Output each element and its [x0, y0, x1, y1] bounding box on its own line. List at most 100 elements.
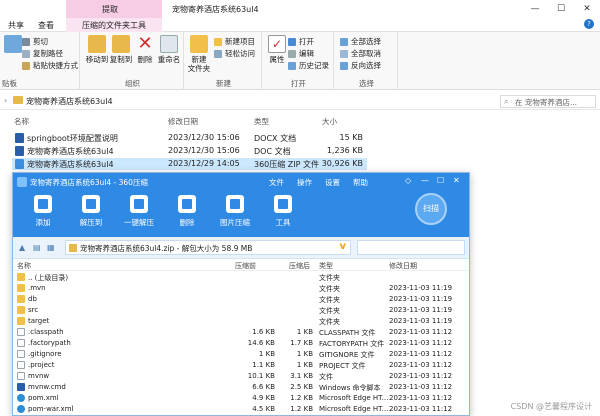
zip-list-item[interactable]: .classpath 1.6 KB 1 KB CLASSPATH 文件 2023-11-… — [13, 327, 469, 338]
zip-list-item[interactable]: mvnw.cmd 6.6 KB 2.5 KB Windows 命令脚本 2023-11-… — [13, 382, 469, 393]
open-button[interactable]: 打开 — [288, 36, 314, 47]
minimize-button[interactable]: — — [522, 0, 548, 18]
select-none-button[interactable]: 全部取消 — [340, 48, 381, 59]
copy-path-button[interactable]: 复制路径 — [22, 48, 63, 59]
up-arrow-icon[interactable]: ▲ — [19, 243, 25, 252]
search-input[interactable]: ⌕ 在 宠物寄养酒店... — [500, 95, 596, 108]
scan-badge[interactable]: 扫描 — [415, 193, 447, 225]
zip-item-compressed: 4.9 KB — [252, 394, 275, 402]
file-icon — [17, 372, 25, 380]
extract-to-button[interactable]: 解压到 — [71, 195, 111, 228]
zip-list-item[interactable]: .. (上级目录) 文件夹 — [13, 272, 469, 283]
zip-item-modified: 2023-11-03 11:12 — [389, 328, 453, 336]
menu-file[interactable]: 文件 — [269, 177, 284, 188]
rename-button[interactable]: 重命名 — [156, 35, 182, 64]
address-path[interactable]: 宠物寄养酒店系统63ul4 — [26, 96, 113, 107]
paste-shortcut-label: 粘贴快捷方式 — [33, 61, 78, 70]
select-all-button[interactable]: 全部选择 — [340, 36, 381, 47]
tools-label: 工具 — [275, 218, 291, 227]
menu-settings[interactable]: 设置 — [325, 177, 340, 188]
trash-icon — [178, 195, 196, 213]
file-row-selected[interactable]: 宠物寄养酒店系统63ul4 2023/12/29 14:05 360压缩 ZIP… — [12, 158, 367, 170]
zip-list-item[interactable]: pom.xml 4.9 KB 1.2 KB Microsoft Edge HT... 2… — [13, 393, 469, 404]
image-compress-button[interactable]: 图片压缩 — [215, 195, 255, 228]
select-none-label: 全部取消 — [351, 49, 381, 58]
edit-label: 编辑 — [299, 49, 314, 58]
zip-column-name[interactable]: 名称 — [17, 261, 31, 271]
tab-view[interactable]: 查看 — [38, 20, 54, 31]
new-item-button[interactable]: 新建项目 — [214, 36, 255, 47]
move-to-button[interactable]: 移动到 — [84, 35, 110, 64]
navigation-pane[interactable] — [0, 112, 12, 412]
zip-list-item[interactable]: mvnw 10.1 KB 3.1 KB 文件 2023-11-03 11:12 — [13, 371, 469, 382]
zip-file-icon — [69, 244, 77, 252]
zip-close-button[interactable]: ✕ — [453, 176, 460, 185]
zip-list-item[interactable]: target 文件夹 2023-11-03 11:19 — [13, 316, 469, 327]
add-button[interactable]: 添加 — [23, 195, 63, 228]
zip-search-input[interactable] — [357, 240, 465, 255]
invert-selection-button[interactable]: 反向选择 — [340, 60, 381, 71]
file-modified: 2023/12/30 15:06 — [168, 146, 240, 155]
file-size: 30,926 KB — [321, 159, 363, 168]
zip-item-name: mvnw.cmd — [28, 383, 66, 391]
copy-to-label: 复制到 — [109, 55, 133, 64]
chevron-down-icon[interactable]: v — [339, 241, 346, 252]
edit-button[interactable]: 编辑 — [288, 48, 314, 59]
zip-list-item[interactable]: .factorypath 14.6 KB 1.7 KB FACTORYPATH 文件 2… — [13, 338, 469, 349]
pin-icon — [4, 35, 22, 53]
zip-skin-icon[interactable]: ◇ — [405, 176, 411, 185]
paste-shortcut-button[interactable]: 粘贴快捷方式 — [22, 60, 78, 71]
zip-list-item[interactable]: pom-war.xml 4.5 KB 1.2 KB Microsoft Edge HT… — [13, 404, 469, 415]
column-size[interactable]: 大小 — [322, 116, 337, 127]
explorer-titlebar: 提取 宠物寄养酒店系统63ul4 — ☐ ✕ — [0, 0, 600, 18]
zip-list-item[interactable]: .mvn 文件夹 2023-11-03 11:19 — [13, 283, 469, 294]
tab-share[interactable]: 共享 — [8, 20, 24, 31]
file-row[interactable]: springboot环境配置说明 2023/12/30 15:06 DOCX 文… — [12, 132, 367, 144]
column-name[interactable]: 名称 — [14, 116, 29, 127]
grid-view-icon[interactable]: ▦ — [47, 243, 55, 252]
zip-list-item[interactable]: .project 1.1 KB 1 KB PROJECT 文件 2023-11-03 1… — [13, 360, 469, 371]
cmd-file-icon — [17, 383, 25, 391]
column-modified[interactable]: 修改日期 — [168, 116, 198, 127]
menu-help[interactable]: 帮助 — [353, 177, 368, 188]
zip-item-packed: 1 KB — [296, 350, 313, 358]
maximize-button[interactable]: ☐ — [548, 0, 574, 18]
zip-path-field[interactable]: 宠物寄养酒店系统63ul4.zip - 解包大小为 58.9 MB v — [65, 240, 351, 255]
easy-access-button[interactable]: 轻松访问 — [214, 48, 255, 59]
new-group-label: 新建 — [216, 79, 231, 88]
select-group: 全部选择 全部取消 反向选择 选择 — [336, 32, 398, 90]
zip-column-modified[interactable]: 修改日期 — [389, 261, 417, 271]
properties-button[interactable]: ✓ 属性 — [264, 35, 290, 64]
zip-column-type[interactable]: 类型 — [319, 261, 333, 271]
list-view-icon[interactable]: ▤ — [33, 243, 41, 252]
zip-maximize-button[interactable]: ☐ — [437, 176, 444, 185]
zip-list-item[interactable]: db 文件夹 2023-11-03 11:19 — [13, 294, 469, 305]
one-click-extract-button[interactable]: 一键解压 — [119, 195, 159, 228]
zip-titlebar: 宠物寄养酒店系统63ul4 - 360压缩 文件 操作 设置 帮助 ◇ — ☐ … — [13, 173, 469, 191]
cut-button[interactable]: 剪切 — [22, 36, 48, 47]
select-none-icon — [340, 49, 348, 58]
help-icon[interactable]: ? — [584, 19, 594, 29]
close-button[interactable]: ✕ — [574, 0, 600, 18]
new-folder-button[interactable]: 新建 文件夹 — [186, 35, 212, 73]
tab-compressed-folder-tools[interactable]: 压缩的文件夹工具 — [66, 18, 162, 32]
menu-operate[interactable]: 操作 — [297, 177, 312, 188]
zip-list-item[interactable]: .gitignore 1 KB 1 KB GITIGNORE 文件 2023-11-03… — [13, 349, 469, 360]
copy-to-button[interactable]: 复制到 — [108, 35, 134, 64]
organize-group-label: 组织 — [125, 79, 140, 88]
zip-column-packed[interactable]: 压缩后 — [289, 261, 310, 271]
file-row[interactable]: 宠物寄养酒店系统63ul4 2023/12/30 15:06 DOC 文档 1,… — [12, 145, 367, 157]
history-label: 历史记录 — [299, 61, 329, 70]
zip-column-compressed[interactable]: 压缩前 — [235, 261, 256, 271]
delete-button[interactable]: ✕ 删除 — [132, 35, 158, 65]
zip-list-item[interactable]: src 文件夹 2023-11-03 11:19 — [13, 305, 469, 316]
history-button[interactable]: 历史记录 — [288, 60, 329, 71]
column-type[interactable]: 类型 — [254, 116, 269, 127]
context-tab-header: 提取 — [66, 0, 162, 18]
tools-icon — [274, 195, 292, 213]
zip-delete-button[interactable]: 删除 — [167, 195, 207, 228]
tools-button[interactable]: 工具 — [263, 195, 303, 228]
copy-to-icon — [112, 35, 130, 53]
zip-minimize-button[interactable]: — — [421, 176, 429, 185]
ribbon-tabs: 共享 查看 压缩的文件夹工具 ? — [0, 18, 600, 32]
